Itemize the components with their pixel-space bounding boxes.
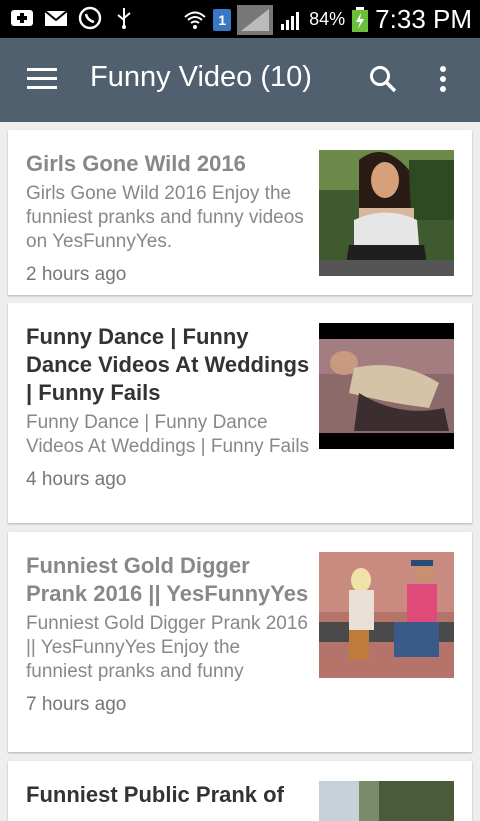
- whatsapp-icon: [78, 6, 102, 30]
- video-thumbnail[interactable]: [319, 781, 454, 821]
- search-icon[interactable]: [368, 64, 398, 94]
- video-thumbnail[interactable]: [319, 323, 454, 449]
- battery-percent: 84%: [309, 9, 346, 29]
- wifi-icon: [184, 11, 206, 29]
- signal-icon: [237, 4, 274, 35]
- video-description: Girls Gone Wild 2016 Enjoy the funniest …: [26, 183, 304, 252]
- video-title: Funniest Gold Digger Prank 2016 || YesFu…: [26, 553, 309, 606]
- page-title: Funny Video (10): [90, 61, 312, 93]
- system-icons: 1 84% 7:33 PM: [183, 4, 472, 35]
- video-description: Funny Dance | Funny Dance Videos At Wedd…: [26, 412, 310, 457]
- video-description: Funniest Gold Digger Prank 2016 || YesFu…: [26, 613, 308, 682]
- video-card[interactable]: Funniest Gold Digger Prank 2016 || YesFu…: [8, 532, 472, 752]
- more-vert-icon[interactable]: [437, 65, 449, 95]
- video-time: 4 hours ago: [26, 469, 127, 490]
- usb-icon: [117, 8, 131, 29]
- hamburger-icon[interactable]: [27, 68, 57, 92]
- add-notification-icon: [11, 10, 33, 26]
- video-title: Girls Gone Wild 2016: [26, 151, 246, 176]
- battery-charging-icon: [352, 6, 369, 32]
- video-card[interactable]: Funny Dance | Funny Dance Videos At Wedd…: [8, 303, 472, 523]
- video-thumbnail[interactable]: [319, 552, 454, 678]
- video-title: Funny Dance | Funny Dance Videos At Wedd…: [26, 324, 310, 405]
- video-time: 2 hours ago: [26, 264, 127, 285]
- clock: 7:33 PM: [375, 4, 472, 34]
- video-card-text: Girls Gone Wild 2016 Girls Gone Wild 201…: [26, 150, 311, 286]
- notification-icons: [10, 6, 136, 30]
- video-card-text: Funniest Public Prank of: [26, 781, 311, 809]
- video-card[interactable]: Girls Gone Wild 2016 Girls Gone Wild 201…: [8, 130, 472, 295]
- video-thumbnail[interactable]: [319, 150, 454, 276]
- video-time: 7 hours ago: [26, 694, 127, 715]
- status-bar: 1 84% 7:33 PM: [0, 0, 480, 38]
- sim-badge: 1: [213, 8, 232, 31]
- mail-icon: [44, 10, 68, 26]
- video-card-text: Funny Dance | Funny Dance Videos At Wedd…: [26, 323, 311, 491]
- signal-strength-icon: [281, 11, 300, 30]
- video-card-text: Funniest Gold Digger Prank 2016 || YesFu…: [26, 552, 311, 716]
- video-card[interactable]: Funniest Public Prank of: [8, 761, 472, 821]
- video-title: Funniest Public Prank of: [26, 782, 284, 807]
- app-bar: Funny Video (10): [0, 38, 480, 122]
